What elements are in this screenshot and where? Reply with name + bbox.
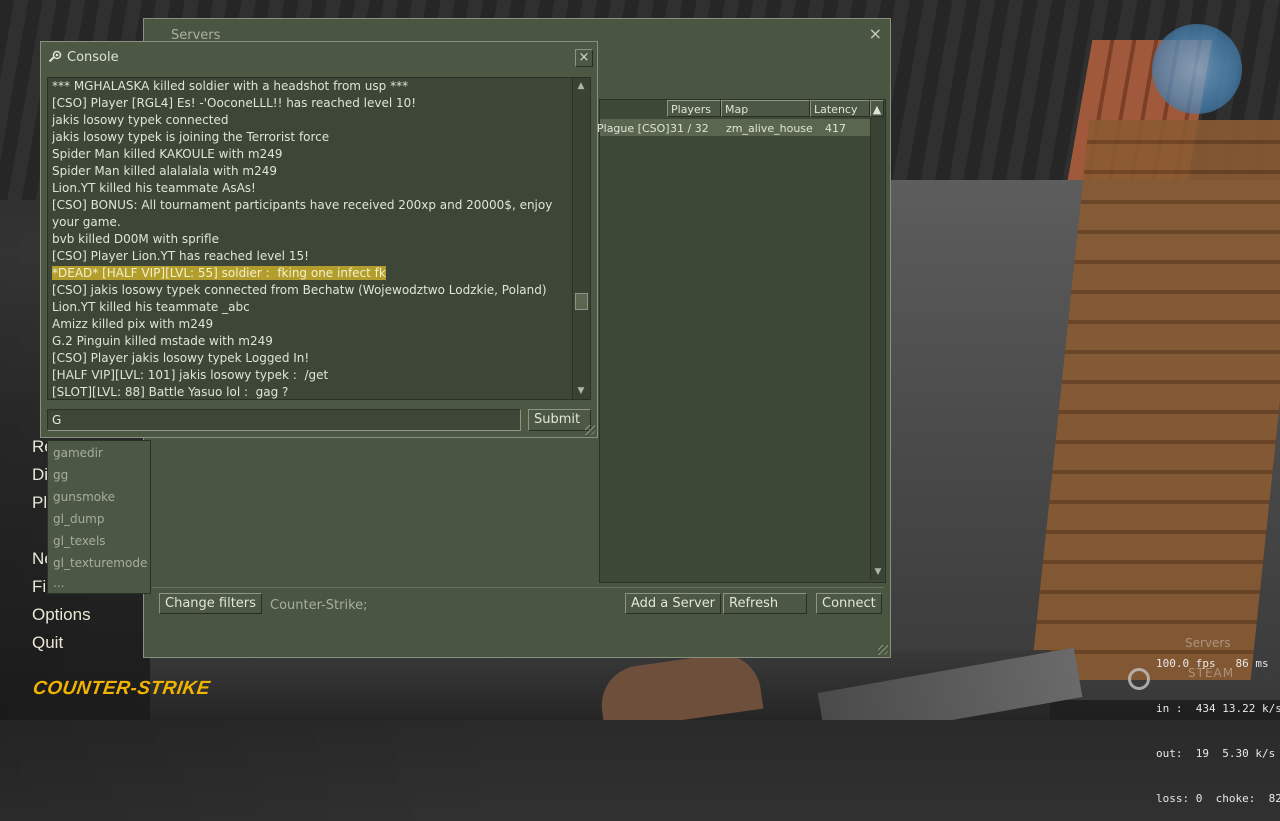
servers-resize-grip[interactable] (878, 645, 888, 655)
console-line: Amizz killed pix with m249 (52, 317, 214, 331)
column-players[interactable]: Players (667, 100, 721, 117)
console-line: *** MGHALASKA killed soldier with a head… (52, 79, 409, 93)
submit-button[interactable]: Submit (528, 409, 591, 431)
autocomplete-item[interactable]: gamedir (53, 446, 103, 460)
steam-overlay-text: STEAM (1188, 666, 1235, 680)
console-line: Lion.YT killed his teammate _abc (52, 300, 250, 314)
column-scroll-up-icon[interactable]: ▲ (870, 100, 884, 117)
server-row-name: Plague [CSO] (597, 122, 670, 135)
server-row-latency: 417 (825, 122, 846, 135)
console-line: bvb killed D00M with sprifle (52, 232, 219, 246)
counter-strike-logo: COUNTER-STRIKE (31, 678, 212, 699)
console-line: [SLOT][LVL: 88] Battle Yasuo lol : gag ? (52, 385, 289, 399)
autocomplete-item[interactable]: ... (53, 576, 64, 590)
console-close-button[interactable]: × (575, 49, 593, 67)
change-filters-button[interactable]: Change filters (159, 593, 262, 614)
console-scroll-thumb[interactable] (575, 293, 588, 310)
column-map[interactable]: Map (721, 100, 810, 117)
servers-close-button[interactable]: × (869, 24, 882, 43)
console-lines: *** MGHALASKA killed soldier with a head… (52, 78, 572, 399)
connect-button[interactable]: Connect (816, 593, 882, 614)
console-line: Spider Man killed KAKOULE with m249 (52, 147, 283, 161)
steam-icon (48, 50, 62, 63)
net-graph-line: loss: 0 choke: 82 (1156, 792, 1280, 805)
menu-item-players[interactable]: Pl (32, 493, 47, 513)
console-line: Spider Man killed alalalala with m249 (52, 164, 277, 178)
console-line: [CSO] jakis losowy typek connected from … (52, 283, 547, 297)
menu-item-quit[interactable]: Quit (32, 633, 63, 653)
scroll-down-icon[interactable]: ▼ (872, 566, 884, 578)
console-line: jakis losowy typek connected (52, 113, 229, 127)
net-graph: 100.0 fps 86 ms in : 434 13.22 k/s out: … (1156, 626, 1280, 821)
console-line: [CSO] Player jakis losowy typek Logged I… (52, 351, 310, 365)
autocomplete-item[interactable]: gunsmoke (53, 490, 115, 504)
autocomplete-item[interactable]: gl_texturemode (53, 556, 147, 570)
servers-overlay-text: Servers (1185, 636, 1231, 650)
server-row-map: zm_alive_house (726, 122, 813, 135)
console-window: Console × *** MGHALASKA killed soldier w… (40, 41, 598, 438)
autocomplete-item[interactable]: gl_dump (53, 512, 104, 526)
add-server-button[interactable]: Add a Server (625, 593, 722, 614)
console-line: *DEAD* [HALF VIP][LVL: 55] soldier : fki… (52, 265, 572, 282)
menu-item-disconnect[interactable]: Di (32, 465, 48, 485)
menu-item-options[interactable]: Options (32, 605, 91, 625)
console-line: [CSO] Player Lion.YT has reached level 1… (52, 249, 309, 263)
console-line: Lion.YT killed his teammate AsAs! (52, 181, 256, 195)
filter-summary: Counter-Strike; (270, 598, 368, 613)
net-graph-line: in : 434 13.22 k/s (1156, 702, 1280, 715)
command-autocomplete: gamedir gg gunsmoke gl_dump gl_texels gl… (47, 440, 151, 594)
scroll-up-icon[interactable]: ▲ (575, 80, 587, 92)
menu-item-find-servers[interactable]: Fi (32, 577, 46, 597)
console-output[interactable]: *** MGHALASKA killed soldier with a head… (47, 77, 591, 400)
console-line-highlighted: *DEAD* [HALF VIP][LVL: 55] soldier : fki… (52, 266, 386, 280)
column-latency[interactable]: Latency (810, 100, 870, 117)
server-row-players: 31 / 32 (670, 122, 709, 135)
console-line: [CSO] Player [RGL4] Es! -'OoconeLLL!! ha… (52, 96, 417, 110)
scroll-down-icon[interactable]: ▼ (575, 385, 587, 397)
console-scrollbar[interactable]: ▲ ▼ (572, 78, 590, 399)
steam-logo-icon (1152, 24, 1242, 114)
console-line: [HALF VIP][LVL: 101] jakis losowy typek … (52, 368, 329, 382)
console-resize-grip[interactable] (585, 425, 595, 435)
console-line: G.2 Pinguin killed mstade with m249 (52, 334, 273, 348)
server-list-scrollbar[interactable]: ▼ (870, 117, 884, 580)
console-line: [CSO] BONUS: All tournament participants… (52, 198, 557, 229)
autocomplete-item[interactable]: gl_texels (53, 534, 106, 548)
console-line: jakis losowy typek is joining the Terror… (52, 130, 330, 144)
server-list[interactable]: Players Map Latency ▲ Plague [CSO] 31 / … (597, 99, 886, 583)
refresh-button[interactable]: Refresh (723, 593, 807, 614)
console-command-input[interactable]: G (47, 409, 521, 431)
console-title: Console (67, 50, 119, 65)
net-graph-line: out: 19 5.30 k/s (1156, 747, 1276, 760)
autocomplete-item[interactable]: gg (53, 468, 68, 482)
steam-watermark-icon (1128, 668, 1150, 690)
